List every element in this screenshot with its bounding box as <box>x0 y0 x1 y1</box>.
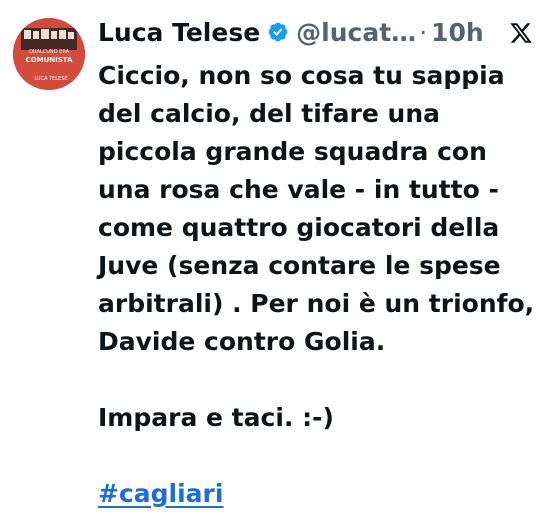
avatar-title-large: COMUNISTA <box>26 56 73 64</box>
display-name[interactable]: Luca Telese <box>98 18 260 47</box>
avatar-title-small: QUALCUNO ERA <box>29 49 70 55</box>
tweet-text: Ciccio, non so cosa tu sappia del calcio… <box>98 57 546 513</box>
hashtag-link[interactable]: #cagliari <box>98 479 223 508</box>
avatar[interactable]: QUALCUNO ERA COMUNISTA LUCA TELESE <box>13 18 85 90</box>
tweet-text-line: Davide contro Golia. <box>98 327 386 356</box>
tweet-header-area: Luca Telese @lucat… · 10h <box>98 12 538 52</box>
timestamp[interactable]: 10h <box>431 18 484 47</box>
tweet-header: Luca Telese @lucat… · 10h <box>98 12 538 52</box>
user-handle[interactable]: @lucat… <box>296 18 416 47</box>
tweet-text-line: piccola grande squadra con <box>98 137 487 166</box>
tweet-text-line: del calcio, del tifare una <box>98 99 440 128</box>
tweet-text-line: Juve (senza contare le spese <box>98 251 501 280</box>
tweet-text-line: come quattro giocatori della <box>98 213 500 242</box>
separator-dot: · <box>419 17 428 47</box>
tweet-text-line: arbitrali) . Per noi è un trionfo, <box>98 289 535 318</box>
book-cover-image: QUALCUNO ERA COMUNISTA LUCA TELESE <box>13 18 85 90</box>
verified-badge-icon[interactable] <box>267 21 289 43</box>
tweet-text-line: una rosa che vale - in tutto - <box>98 175 499 204</box>
tweet-card[interactable]: QUALCUNO ERA COMUNISTA LUCA TELESE Luca … <box>0 0 552 519</box>
avatar-author: LUCA TELESE <box>34 76 67 82</box>
x-logo-icon[interactable] <box>506 18 536 48</box>
tweet-text-line: Ciccio, non so cosa tu sappia <box>98 61 505 90</box>
tweet-closing-line: Impara e taci. :-) <box>98 403 334 432</box>
